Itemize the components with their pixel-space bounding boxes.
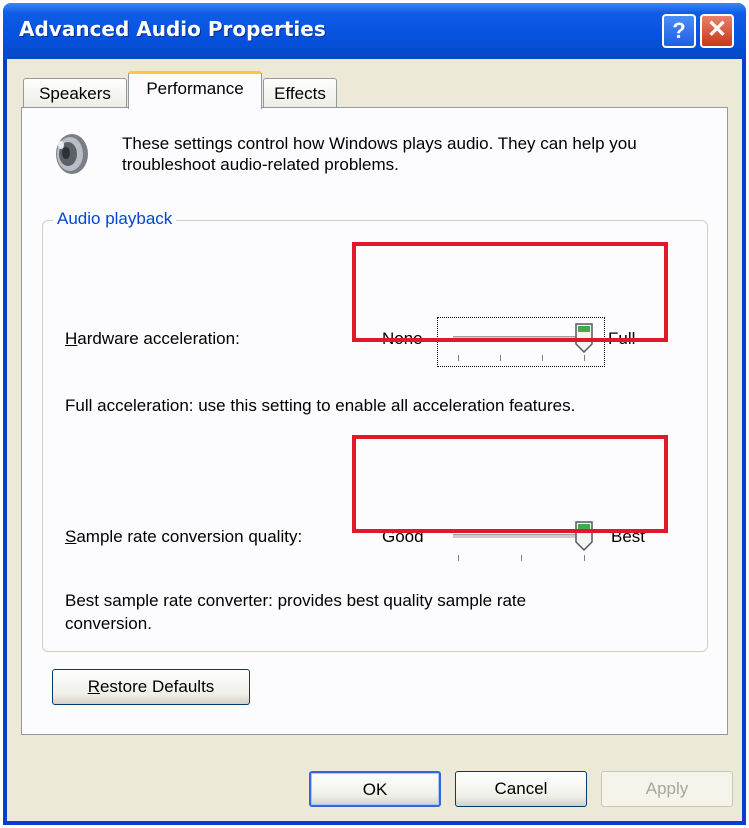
hardware-acceleration-label-text: ardware acceleration: bbox=[77, 329, 240, 348]
hardware-slider-tick bbox=[584, 355, 585, 361]
hardware-slider-tick bbox=[458, 355, 459, 361]
hardware-acceleration-highlight-box bbox=[352, 242, 668, 342]
sample-rate-slider-tick bbox=[584, 555, 585, 561]
audio-playback-label: Audio playback bbox=[53, 209, 177, 229]
intro-text: These settings control how Windows plays… bbox=[122, 133, 722, 175]
tab-effects[interactable]: Effects bbox=[263, 78, 337, 108]
sample-rate-slider-track bbox=[453, 534, 587, 539]
hardware-slider-tick bbox=[542, 355, 543, 361]
sample-rate-label-text: ample rate conversion quality: bbox=[76, 527, 303, 546]
restore-defaults-button[interactable]: Restore Defaults bbox=[52, 669, 250, 705]
dialog-window: Advanced Audio Properties ? ✕ Speakers P… bbox=[3, 3, 746, 825]
close-icon: ✕ bbox=[706, 16, 728, 43]
sample-rate-label: Sample rate conversion quality: bbox=[65, 527, 302, 547]
restore-defaults-mnemonic: R bbox=[87, 677, 100, 696]
hardware-acceleration-mnemonic: H bbox=[65, 329, 78, 348]
ok-button[interactable]: OK bbox=[309, 771, 441, 807]
cancel-button[interactable]: Cancel bbox=[455, 771, 587, 807]
sample-rate-slider-tick bbox=[458, 555, 459, 561]
performance-panel: These settings control how Windows plays… bbox=[21, 107, 728, 735]
sample-rate-description-1: Best sample rate converter: provides bes… bbox=[65, 591, 527, 610]
window-title: Advanced Audio Properties bbox=[19, 17, 326, 41]
close-button[interactable]: ✕ bbox=[700, 14, 734, 48]
intro-line-2: troubleshoot audio-related problems. bbox=[122, 155, 399, 174]
tab-performance[interactable]: Performance bbox=[128, 71, 262, 109]
hardware-slider-tick bbox=[500, 355, 501, 361]
restore-defaults-label: estore Defaults bbox=[99, 677, 215, 696]
sample-rate-description-2: conversion. bbox=[65, 614, 152, 633]
intro-line-1: These settings control how Windows plays… bbox=[122, 134, 637, 153]
title-bar[interactable]: Advanced Audio Properties ? ✕ bbox=[3, 3, 746, 59]
help-icon: ? bbox=[672, 18, 686, 43]
tab-speakers[interactable]: Speakers bbox=[23, 78, 127, 108]
sample-rate-highlight-box bbox=[352, 435, 668, 533]
hardware-acceleration-description: Full acceleration: use this setting to e… bbox=[65, 396, 576, 415]
sample-rate-slider-tick bbox=[521, 555, 522, 561]
sample-rate-mnemonic: S bbox=[65, 527, 77, 546]
help-button[interactable]: ? bbox=[662, 14, 696, 48]
apply-button[interactable]: Apply bbox=[601, 771, 733, 807]
speaker-icon bbox=[56, 134, 88, 174]
hardware-acceleration-label: Hardware acceleration: bbox=[65, 329, 240, 349]
